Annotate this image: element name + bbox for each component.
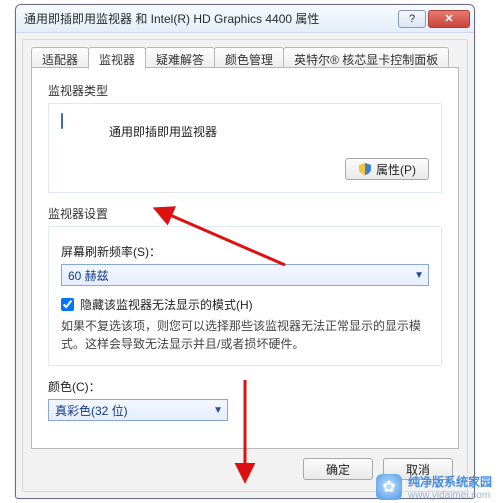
color-depth-value: 真彩色(32 位) [55, 402, 128, 419]
monitor-settings-group: 屏幕刷新频率(S)： 60 赫兹 ▼ 隐藏该监视器无法显示的模式(H) 如果不复… [48, 226, 442, 366]
help-button[interactable]: ? [398, 10, 426, 28]
hide-modes-checkbox[interactable] [61, 298, 74, 311]
hide-modes-description: 如果不复选该项，则您可以选择那些该监视器无法正常显示的显示模式。这样会导致无法显… [61, 317, 429, 353]
window-title: 通用即插即用监视器 和 Intel(R) HD Graphics 4400 属性 [22, 10, 396, 27]
tab-color-management[interactable]: 颜色管理 [214, 47, 284, 69]
titlebar[interactable]: 通用即插即用监视器 和 Intel(R) HD Graphics 4400 属性… [16, 5, 474, 33]
refresh-rate-label: 屏幕刷新频率(S)： [61, 243, 429, 260]
refresh-rate-dropdown[interactable]: 60 赫兹 ▼ [61, 264, 429, 286]
watermark-url: www.yidaimei.com [408, 490, 492, 501]
tab-intel-graphics[interactable]: 英特尔® 核芯显卡控制面板 [283, 47, 449, 69]
properties-button[interactable]: 属性(P) [345, 158, 429, 180]
dialog-body: 适配器 监视器 疑难解答 颜色管理 英特尔® 核芯显卡控制面板 监视器类型 通用… [22, 39, 468, 492]
monitor-type-label: 监视器类型 [48, 82, 442, 99]
monitor-type-name: 通用即插即用监视器 [109, 123, 217, 140]
monitor-type-group: 通用即插即用监视器 属性(P) [48, 103, 442, 193]
tab-adapter[interactable]: 适配器 [31, 47, 89, 69]
chevron-down-icon: ▼ [213, 405, 223, 416]
ok-button[interactable]: 确定 [303, 458, 373, 480]
tab-strip: 适配器 监视器 疑难解答 颜色管理 英特尔® 核芯显卡控制面板 [31, 46, 459, 68]
properties-dialog: 通用即插即用监视器 和 Intel(R) HD Graphics 4400 属性… [15, 4, 475, 499]
watermark-logo-icon: ✿ [376, 474, 402, 500]
color-label: 颜色(C)： [48, 378, 442, 395]
watermark: ✿ 纯净版系统家园 www.yidaimei.com [376, 473, 492, 501]
monitor-icon [61, 114, 99, 148]
chevron-down-icon: ▼ [414, 270, 424, 281]
refresh-rate-value: 60 赫兹 [68, 267, 109, 284]
close-button[interactable]: ✕ [428, 10, 470, 28]
shield-icon [358, 162, 372, 176]
monitor-settings-label: 监视器设置 [48, 205, 442, 222]
tab-monitor[interactable]: 监视器 [88, 47, 146, 69]
hide-modes-checkbox-label[interactable]: 隐藏该监视器无法显示的模式(H) [80, 296, 253, 313]
tab-panel-monitor: 监视器类型 通用即插即用监视器 属性(P) 监 [31, 67, 459, 449]
color-depth-dropdown[interactable]: 真彩色(32 位) ▼ [48, 399, 228, 421]
watermark-title: 纯净版系统家园 [408, 473, 492, 490]
tab-troubleshoot[interactable]: 疑难解答 [145, 47, 215, 69]
